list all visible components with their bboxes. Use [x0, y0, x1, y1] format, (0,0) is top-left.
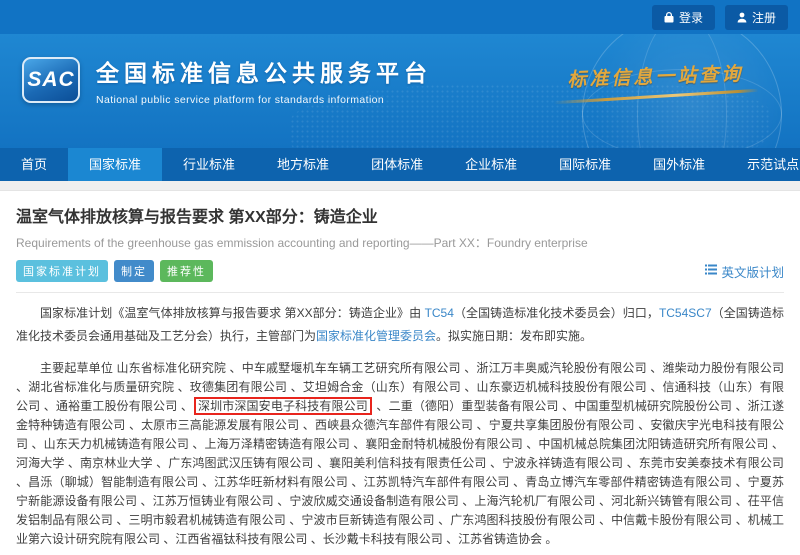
drafting-unit-item: 宁波市巨新铸造有限公司 [301, 513, 434, 527]
drafting-unit-item: 浙江万丰奥威汽轮股份有限公司 [476, 361, 646, 375]
drafting-unit-item: 通裕重工股份有限公司 [56, 399, 177, 413]
intro-text: （全国铸造标准化技术委员会）归口， [454, 306, 659, 320]
drafting-unit-label: 主要起草单位 [40, 361, 117, 375]
drafting-unit-item: 广东鸿图武汉压铸有限公司 [168, 456, 313, 470]
inline-link[interactable]: TC54SC7 [659, 306, 712, 320]
nav-item-7[interactable]: 国外标准 [632, 148, 726, 181]
user-icon [737, 12, 747, 23]
drafting-unit-item: 江苏万恒铸业有限公司 [153, 494, 274, 508]
drafting-unit-item: 东莞市安美泰技术有限公司 [639, 456, 784, 470]
content-area: 温室气体排放核算与报告要求 第XX部分：铸造企业 Requirements of… [0, 203, 800, 555]
sac-logo: SAC [22, 57, 80, 103]
nav-item-4[interactable]: 团体标准 [350, 148, 444, 181]
status-badges: 国家标准计划制定推荐性 [16, 260, 213, 282]
slogan-text: 标准信息一站查询 [552, 58, 758, 92]
nav-item-6[interactable]: 国际标准 [538, 148, 632, 181]
drafting-unit-item-highlighted: 深圳市深国安电子科技有限公司 [194, 397, 372, 415]
divider [16, 292, 784, 293]
english-version-link[interactable]: 英文版计划 [705, 262, 784, 281]
drafting-unit-item: 西峡县众德汽车部件有限公司 [315, 418, 473, 432]
inline-link[interactable]: TC54 [425, 306, 454, 320]
tag-badge-0: 国家标准计划 [16, 260, 108, 282]
page-subtitle-en: Requirements of the greenhouse gas emmis… [16, 234, 784, 251]
drafting-unit-item: 二重（德阳）重型装备有限公司 [389, 399, 559, 413]
nav-item-5[interactable]: 企业标准 [444, 148, 538, 181]
drafting-unit-item: 山东天力机械铸造有限公司 [44, 437, 189, 451]
page-title: 温室气体排放核算与报告要求 第XX部分：铸造企业 [16, 203, 784, 227]
drafting-unit-item: 中信戴卡股份有限公司 [611, 513, 732, 527]
english-version-label: 英文版计划 [721, 262, 784, 281]
nav-item-3[interactable]: 地方标准 [256, 148, 350, 181]
drafting-unit-item: 玫德集团有限公司 [190, 380, 287, 394]
nav-item-2[interactable]: 行业标准 [162, 148, 256, 181]
drafting-unit-item: 山东豪迈机械科技股份有限公司 [477, 380, 647, 394]
register-label: 注册 [752, 9, 776, 26]
nav-item-0[interactable]: 首页 [0, 148, 68, 181]
drafting-unit-item: 宁波欣威交通设备制造有限公司 [289, 494, 459, 508]
drafting-unit-item: 潍柴动力股份有限公司 [662, 361, 784, 375]
drafting-unit-item: 河海大学 [16, 456, 64, 470]
drafting-unit-item: 南京林业大学 [80, 456, 153, 470]
tag-badge-1: 制定 [114, 260, 154, 282]
drafting-unit-item: 江西省福钛科技有限公司 [175, 532, 307, 546]
drafting-unit-item: 上海万泽精密铸造有限公司 [205, 437, 350, 451]
login-label: 登录 [679, 9, 703, 26]
list-icon [705, 264, 717, 278]
drafting-units-paragraph: 主要起草单位 山东省标准化研究院 、中车戚墅堰机车车辆工艺研究所有限公司 、浙江… [16, 359, 784, 549]
drafting-unit-item: 山东省标准化研究院 [117, 361, 227, 375]
intro-text: 。拟实施日期：发布即实施。 [436, 329, 592, 343]
plan-intro-paragraph: 国家标准计划《温室气体排放核算与报告要求 第XX部分：铸造企业》由 TC54（全… [16, 302, 784, 348]
drafting-unit-item: 中国重型机械研究院股份公司 [574, 399, 732, 413]
drafting-unit-item: 襄阳美利信科技有限责任公司 [329, 456, 486, 470]
login-button[interactable]: 登录 [652, 5, 715, 30]
site-banner: SAC 全国标准信息公共服务平台 National public service… [0, 34, 800, 148]
drafting-unit-item: 中国机械总院集团沈阳铸造研究所有限公司 [538, 437, 768, 451]
nav-bottom-strip [0, 181, 800, 191]
drafting-unit-item: 中车戚墅堰机车车辆工艺研究所有限公司 [242, 361, 461, 375]
tag-badge-2: 推荐性 [160, 260, 213, 282]
drafting-unit-item: 长沙戴卡科技有限公司 [323, 532, 443, 546]
drafting-unit-item: 江苏省铸造协会 [458, 532, 542, 546]
drafting-unit-item: 河北新兴铸管有限公司 [611, 494, 732, 508]
platform-title: 全国标准信息公共服务平台 [96, 54, 432, 88]
drafting-unit-item: 湖北省标准化与质量研究院 [28, 380, 174, 394]
drafting-unit-item: 上海汽轮机厂有限公司 [474, 494, 595, 508]
drafting-unit-item: 江苏华旺新材料有限公司 [214, 475, 348, 489]
drafting-unit-item: 广东鸿图科技股份有限公司 [450, 513, 595, 527]
drafting-unit-item: 宁波永祥铸造有限公司 [502, 456, 623, 470]
drafting-unit-item: 襄阳金耐特机械股份有限公司 [365, 437, 522, 451]
intro-text: 国家标准计划《温室气体排放核算与报告要求 第XX部分：铸造企业》由 [40, 306, 425, 320]
register-button[interactable]: 注册 [725, 5, 788, 30]
topbar: 登录 注册 [0, 0, 800, 34]
inline-link[interactable]: 国家标准化管理委员会 [316, 329, 436, 343]
drafting-unit-item: 艾坦姆合金（山东）有限公司 [303, 380, 461, 394]
drafting-unit-item: 昌泺（聊城）智能制造有限公司 [28, 475, 198, 489]
main-nav: 首页国家标准行业标准地方标准团体标准企业标准国际标准国外标准示范试点技术委员会 [0, 148, 800, 181]
slogan: 标准信息一站查询 [552, 58, 758, 101]
lock-icon [664, 12, 674, 23]
drafting-unit-item: 青岛立博汽车零部件精密铸造有限公司 [525, 475, 732, 489]
platform-subtitle-en: National public service platform for sta… [96, 94, 432, 106]
drafting-unit-item: 三明市毅君机械铸造有限公司 [128, 513, 285, 527]
drafting-unit-item: 宁夏共享集团股份有限公司 [489, 418, 635, 432]
drafting-unit-item: 江苏凯特汽车部件有限公司 [364, 475, 510, 489]
nav-item-1[interactable]: 国家标准 [68, 148, 162, 181]
nav-item-8[interactable]: 示范试点 [726, 148, 800, 181]
drafting-unit-item: 太原市三高能源发展有限公司 [141, 418, 299, 432]
